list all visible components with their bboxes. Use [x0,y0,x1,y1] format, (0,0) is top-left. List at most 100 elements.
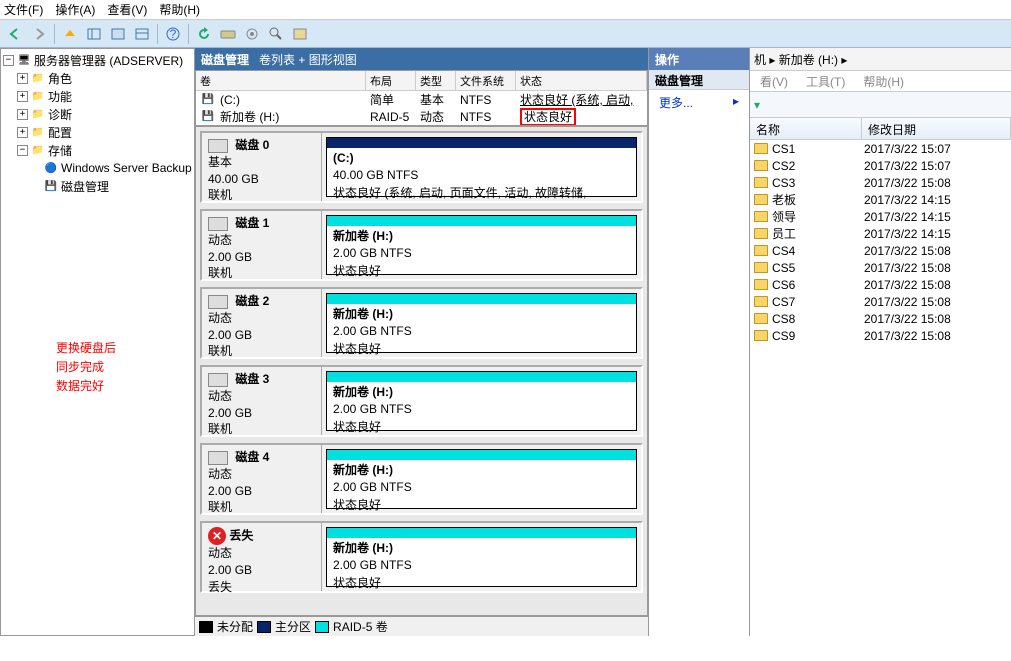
exp-menu-view[interactable]: 看(V) [760,73,788,90]
file-row[interactable]: CS7 2017/3/22 15:08 [750,293,1011,310]
volume-row[interactable]: 💾 (C:) 简单 基本 NTFS 状态良好 (系统, 启动, [196,91,647,108]
tree-feature[interactable]: 功能 [48,88,72,105]
disk-name: 磁盘 3 [235,372,269,386]
tree-role[interactable]: 角色 [48,70,72,87]
volume-icon: 💾 [200,109,216,125]
list-view-icon[interactable] [289,23,311,45]
col-layout[interactable]: 布局 [366,71,416,90]
file-date: 2017/3/22 15:07 [864,142,1007,156]
tree-expand-icon[interactable]: + [17,91,28,102]
folder-icon [754,194,768,205]
disk-info: 磁盘 2 动态 2.00 GB 联机 [202,289,322,357]
vol-box-title: 新加卷 (H:) [333,307,393,321]
file-row[interactable]: CS5 2017/3/22 15:08 [750,259,1011,276]
disk-mgmt-icon: 💾 [43,178,59,194]
forward-icon[interactable] [28,23,50,45]
disk-block[interactable]: 磁盘 1 动态 2.00 GB 联机 新加卷 (H:) 2.00 GB NTFS… [200,209,643,281]
disk-name: 磁盘 0 [235,138,269,152]
volume-color-bar [327,216,636,226]
tree-diag[interactable]: 诊断 [48,106,72,123]
tree-storage[interactable]: 存储 [48,142,72,159]
volume-color-bar [327,528,636,538]
disk-graphic-area[interactable]: 磁盘 0 基本 40.00 GB 联机 (C:) 40.00 GB NTFS 状… [195,126,648,616]
menu-file[interactable]: 文件(F) [4,1,43,18]
file-name: CS9 [772,329,864,343]
volume-box[interactable]: 新加卷 (H:) 2.00 GB NTFS 状态良好 [326,371,637,431]
disk-icon [208,217,228,231]
help-icon[interactable]: ? [162,23,184,45]
show-hide-icon[interactable] [83,23,105,45]
volume-row[interactable]: 💾 新加卷 (H:) RAID-5 动态 NTFS 状态良好 [196,108,647,125]
file-row[interactable]: 员工 2017/3/22 14:15 [750,225,1011,242]
col-name[interactable]: 名称 [750,118,862,139]
col-fs[interactable]: 文件系统 [456,71,516,90]
volume-box[interactable]: 新加卷 (H:) 2.00 GB NTFS 状态良好 [326,527,637,587]
tree-wsb[interactable]: Windows Server Backup [61,161,192,175]
folder-icon [754,177,768,188]
up-icon[interactable] [59,23,81,45]
tree-expand-icon[interactable]: + [17,109,28,120]
file-date: 2017/3/22 14:15 [864,210,1007,224]
disk-block[interactable]: 磁盘 3 动态 2.00 GB 联机 新加卷 (H:) 2.00 GB NTFS… [200,365,643,437]
exp-menu-tool[interactable]: 工具(T) [806,73,845,90]
vol-fs: NTFS [458,110,518,124]
menu-help[interactable]: 帮助(H) [159,1,200,18]
disk-line3: 联机 [208,499,315,516]
file-date: 2017/3/22 15:08 [864,312,1007,326]
volume-box[interactable]: (C:) 40.00 GB NTFS 状态良好 (系统, 启动, 页面文件, 活… [326,137,637,197]
disk-block[interactable]: 磁盘 0 基本 40.00 GB 联机 (C:) 40.00 GB NTFS 状… [200,131,643,203]
volume-box[interactable]: 新加卷 (H:) 2.00 GB NTFS 状态良好 [326,293,637,353]
explorer-list[interactable]: CS1 2017/3/22 15:07 CS2 2017/3/22 15:07 … [750,140,1011,636]
disk-line1: 基本 [208,154,315,171]
disk-info: 磁盘 3 动态 2.00 GB 联机 [202,367,322,435]
disk-icon[interactable] [217,23,239,45]
chevron-down-icon[interactable]: ▾ [754,98,760,112]
volume-box[interactable]: 新加卷 (H:) 2.00 GB NTFS 状态良好 [326,449,637,509]
col-date[interactable]: 修改日期 [862,118,1011,139]
details-icon[interactable] [131,23,153,45]
disk-block[interactable]: ✕ 丢失 动态 2.00 GB 丢失 新加卷 (H:) 2.00 GB NTFS… [200,521,643,593]
actions-more[interactable]: 更多...▸ [649,90,749,115]
disk-block[interactable]: 磁盘 2 动态 2.00 GB 联机 新加卷 (H:) 2.00 GB NTFS… [200,287,643,359]
tree-root[interactable]: 服务器管理器 (ADSERVER) [34,52,183,69]
col-status[interactable]: 状态 [516,71,647,90]
file-row[interactable]: CS1 2017/3/22 15:07 [750,140,1011,157]
tree-expand-icon[interactable]: + [17,127,28,138]
file-row[interactable]: 领导 2017/3/22 14:15 [750,208,1011,225]
tree-disk-mgmt[interactable]: 磁盘管理 [61,178,109,195]
tree-expand-icon[interactable]: + [17,73,28,84]
file-date: 2017/3/22 15:08 [864,244,1007,258]
file-row[interactable]: CS6 2017/3/22 15:08 [750,276,1011,293]
settings-icon[interactable] [241,23,263,45]
refresh-icon[interactable] [193,23,215,45]
menu-action[interactable]: 操作(A) [55,1,95,18]
volume-color-bar [327,138,636,148]
file-row[interactable]: 老板 2017/3/22 14:15 [750,191,1011,208]
tree-config[interactable]: 配置 [48,124,72,141]
exp-menu-help[interactable]: 帮助(H) [863,73,904,90]
actions-pane: 操作 磁盘管理 更多...▸ [649,48,750,636]
col-volume[interactable]: 卷 [196,71,366,90]
toolbar: ? [0,20,1011,48]
file-row[interactable]: CS9 2017/3/22 15:08 [750,327,1011,344]
vol-box-size: 2.00 GB NTFS [333,402,412,416]
tree-collapse-icon[interactable]: − [3,55,14,66]
disk-icon [208,373,228,387]
find-icon[interactable] [265,23,287,45]
menu-view[interactable]: 查看(V) [107,1,147,18]
explorer-address[interactable]: 机 ▸ 新加卷 (H:) ▸ [750,48,1011,70]
volume-box[interactable]: 新加卷 (H:) 2.00 GB NTFS 状态良好 [326,215,637,275]
back-icon[interactable] [4,23,26,45]
disk-line3: 联机 [208,265,315,282]
disk-block[interactable]: 磁盘 4 动态 2.00 GB 联机 新加卷 (H:) 2.00 GB NTFS… [200,443,643,515]
tree-pane: −🖥服务器管理器 (ADSERVER) +📁角色 +📁功能 +📁诊断 +📁配置 … [0,48,195,636]
col-type[interactable]: 类型 [416,71,456,90]
file-row[interactable]: CS2 2017/3/22 15:07 [750,157,1011,174]
tree-collapse-icon[interactable]: − [17,145,28,156]
file-row[interactable]: CS8 2017/3/22 15:08 [750,310,1011,327]
vol-box-size: 2.00 GB NTFS [333,324,412,338]
file-row[interactable]: CS3 2017/3/22 15:08 [750,174,1011,191]
props-icon[interactable] [107,23,129,45]
file-row[interactable]: CS4 2017/3/22 15:08 [750,242,1011,259]
breadcrumb[interactable]: 机 ▸ 新加卷 (H:) ▸ [754,51,847,68]
